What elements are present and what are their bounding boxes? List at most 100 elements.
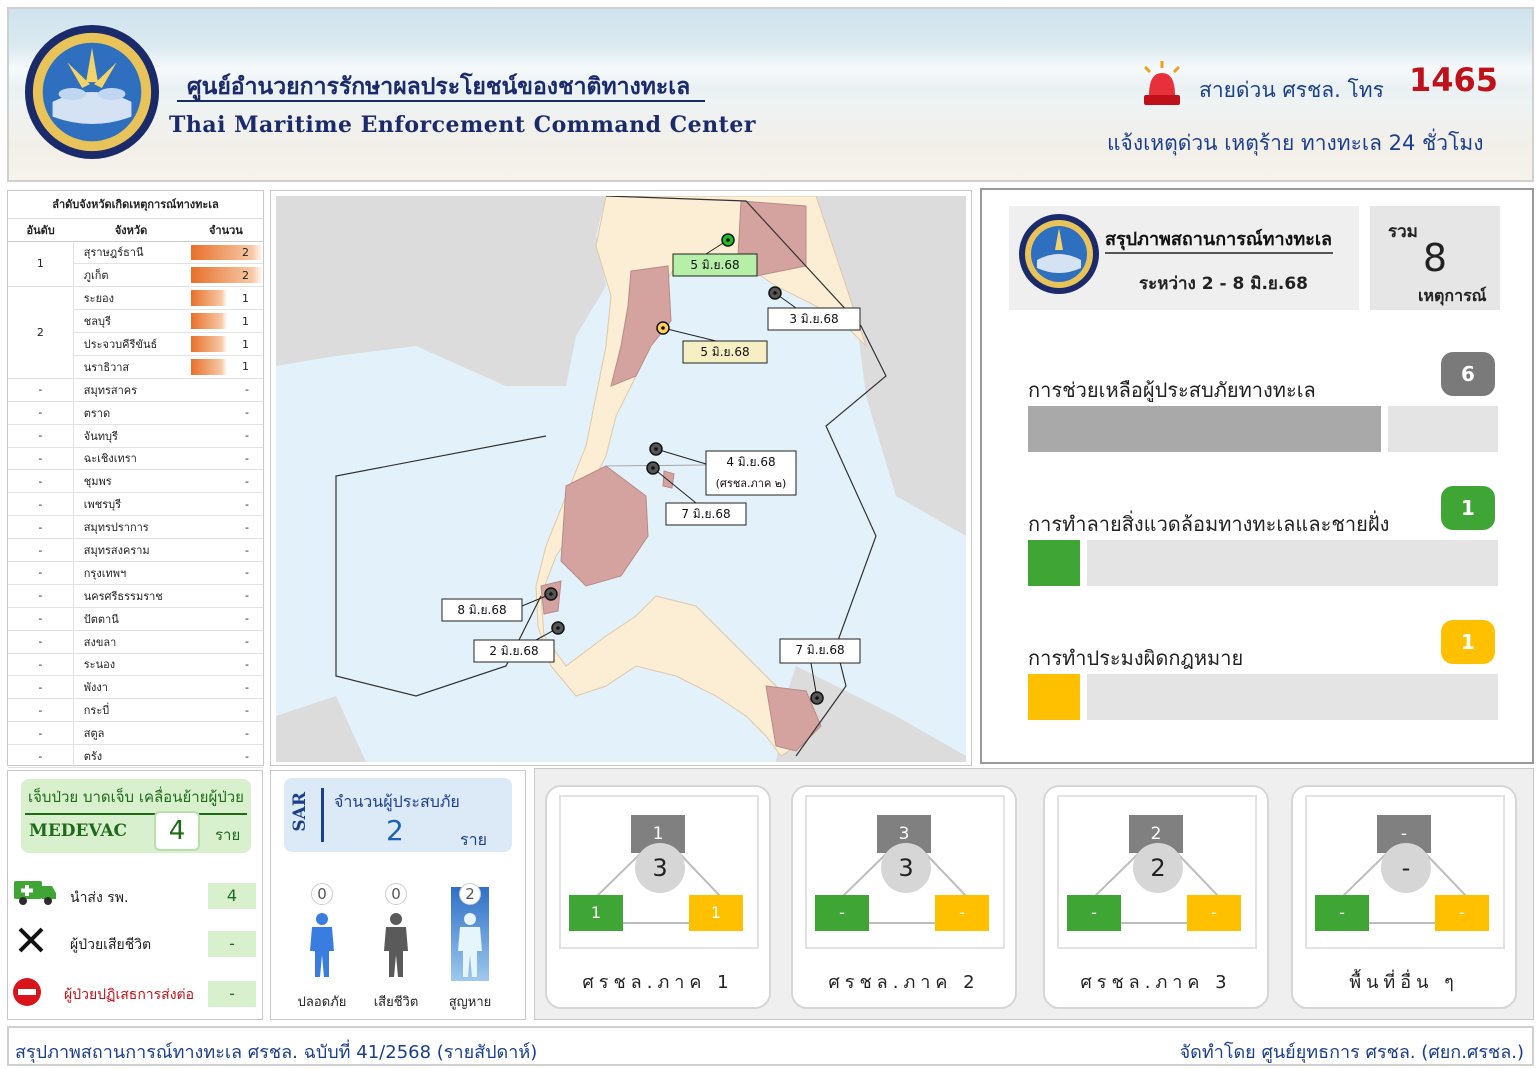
region-total-count: - <box>1381 843 1431 893</box>
count-cell: 1 <box>188 332 263 356</box>
medevac-refuse-label: ผู้ป่วยปฏิเสธการส่งต่อ <box>64 987 195 1003</box>
x-mark-icon <box>18 927 44 953</box>
region-total-count: 2 <box>1133 843 1183 893</box>
province-cell: ตรัง <box>73 744 189 768</box>
rank-cell: - <box>8 515 74 540</box>
province-cell: สงขลา <box>73 630 189 654</box>
table-row: - ระนอง - <box>8 653 263 677</box>
region-card[interactable]: 1 3 1 1 ศรชล.ภาค 1 <box>545 785 771 1009</box>
count-cell: - <box>188 607 263 631</box>
summary-header: สรุปภาพสถานการณ์ทางทะเล ระหว่าง 2 - 8 มิ… <box>1009 206 1359 310</box>
table-row: - สมุทรสงคราม - <box>8 538 263 562</box>
region-diagram: ---- <box>1305 795 1505 949</box>
province-cell: ฉะเชิงเทรา <box>73 447 189 471</box>
person-safe-icon <box>310 913 334 977</box>
sar-unit: ราย <box>460 830 487 849</box>
count-value: 1 <box>242 360 249 374</box>
count-bar <box>190 290 227 307</box>
category-count-badge: 1 <box>1441 620 1495 664</box>
count-cell: 2 <box>188 263 263 288</box>
category-bar-gap <box>1381 406 1388 452</box>
medevac-death-value: - <box>208 931 256 957</box>
category-label: การช่วยเหลือผู้ประสบภัยทางทะเล <box>1028 378 1316 402</box>
medevac-label: MEDEVAC <box>29 821 128 841</box>
table-row: - สตูล - <box>8 721 263 746</box>
rank-cell: - <box>8 401 74 425</box>
province-cell: สุราษฎร์ธานี <box>73 241 189 265</box>
marker-dot-center <box>773 291 777 295</box>
sar-dead-label: เสียชีวิต <box>373 995 419 1010</box>
sar-missing-count: 2 <box>459 883 481 905</box>
sar-safe: 0 ปลอดภัย <box>297 883 347 1010</box>
category-bar-track <box>1028 406 1498 452</box>
province-cell: กระบี่ <box>73 698 189 723</box>
province-cell: ตราด <box>73 401 189 425</box>
category-bar-track <box>1028 540 1498 586</box>
region-card[interactable]: 2 2- - ศรชล.ภาค 3 <box>1043 785 1269 1009</box>
region-diagram: 33-- <box>805 795 1005 949</box>
rank-cell: - <box>8 630 74 654</box>
medevac-panel: เจ็บป่วย บาดเจ็บ เคลื่อนย้ายผู้ป่วย MEDE… <box>7 770 263 1020</box>
medevac-death-label: ผู้ป่วยเสียชีวิต <box>70 937 152 953</box>
no-entry-icon <box>13 978 41 1006</box>
rank-cell: - <box>8 675 74 700</box>
rank-cell: - <box>8 607 74 631</box>
table-row: - ตราด - <box>8 401 263 425</box>
region-fishing-count: - <box>935 895 989 931</box>
table-row: - สมุทรสาคร - <box>8 378 263 402</box>
rank-cell: - <box>8 653 74 677</box>
count-bar <box>190 313 227 330</box>
rank-cell: - <box>8 378 74 402</box>
count-cell: 2 <box>188 241 263 265</box>
incident-map[interactable]: 5 มิ.ย.68 3 มิ.ย.68 5 มิ.ย.68 4 มิ.ย.68 (ศรช… <box>276 196 966 762</box>
table-row: - เพชรบุรี - <box>8 492 263 517</box>
region-card[interactable]: - - - - พื้นที่อื่น ๆ <box>1291 785 1517 1009</box>
region-fishing-count: 1 <box>689 895 743 931</box>
province-cell: จันทบุรี <box>73 424 189 448</box>
sar-count: 2 <box>386 814 404 847</box>
category-count-badge: 6 <box>1441 352 1495 396</box>
province-ranking-table: ลำดับจังหวัดเกิดเหตุการณ์ทางทะเล อันดับ … <box>7 190 264 768</box>
sar-summary: SAR จำนวนผู้ประสบภัย 2 ราย <box>284 778 512 852</box>
province-cell: ปัตตานี <box>73 607 189 631</box>
count-cell: 1 <box>188 355 263 379</box>
footer-author: จัดทำโดย ศูนย์ยุทธการ ศรชล. (ศยก.ศรชล.) <box>1179 1042 1524 1063</box>
sar-dead-count: 0 <box>385 883 407 905</box>
table-row: - นครศรีธรรมราช - <box>8 584 263 608</box>
count-bar <box>190 267 263 284</box>
count-cell: - <box>188 584 263 608</box>
rank-cell: - <box>8 447 74 471</box>
footer: สรุปภาพสถานการณ์ทางทะเล ศรชล. ฉบับที่ 41… <box>7 1026 1534 1066</box>
category-bar-fill <box>1028 406 1381 452</box>
count-cell: - <box>188 424 263 448</box>
title-underline <box>177 100 705 102</box>
count-cell: - <box>188 515 263 540</box>
rank-cell: 1 <box>8 241 74 288</box>
title-english: Thai Maritime Enforcement Command Center <box>169 112 756 138</box>
person-dead-icon <box>384 913 408 977</box>
marker-date-label: 7 มิ.ย.68 <box>681 507 730 521</box>
rank-cell: - <box>8 492 74 517</box>
region-card[interactable]: 3 3- - ศรชล.ภาค 2 <box>791 785 1017 1009</box>
region-diagram: 1311 <box>559 795 759 949</box>
marker-date-label: 7 มิ.ย.68 <box>795 643 844 657</box>
sar-missing: 2 สูญหาย <box>445 883 495 1010</box>
count-bar <box>190 358 227 375</box>
medevac-unit: ราย <box>215 826 241 844</box>
emblem-logo <box>24 24 160 160</box>
province-cell: ระยอง <box>73 286 189 311</box>
summary-title-underline <box>1105 252 1333 254</box>
region-fishing-count: - <box>1187 895 1241 931</box>
province-cell: ประจวบคีรีขันธ์ <box>73 332 189 356</box>
region-total-count: 3 <box>881 843 931 893</box>
count-bar <box>190 336 227 352</box>
count-cell: - <box>188 447 263 471</box>
table-row: - พังงา - <box>8 675 263 700</box>
hotline-number[interactable]: 1465 <box>1409 61 1498 99</box>
medevac-hospital-value: 4 <box>208 883 256 909</box>
table-row: - กรุงเทพฯ - <box>8 561 263 585</box>
table-row: - จันทบุรี - <box>8 424 263 448</box>
rank-cell: - <box>8 561 74 585</box>
marker-date-label: 4 มิ.ย.68 <box>726 455 775 469</box>
count-cell: - <box>188 675 263 700</box>
